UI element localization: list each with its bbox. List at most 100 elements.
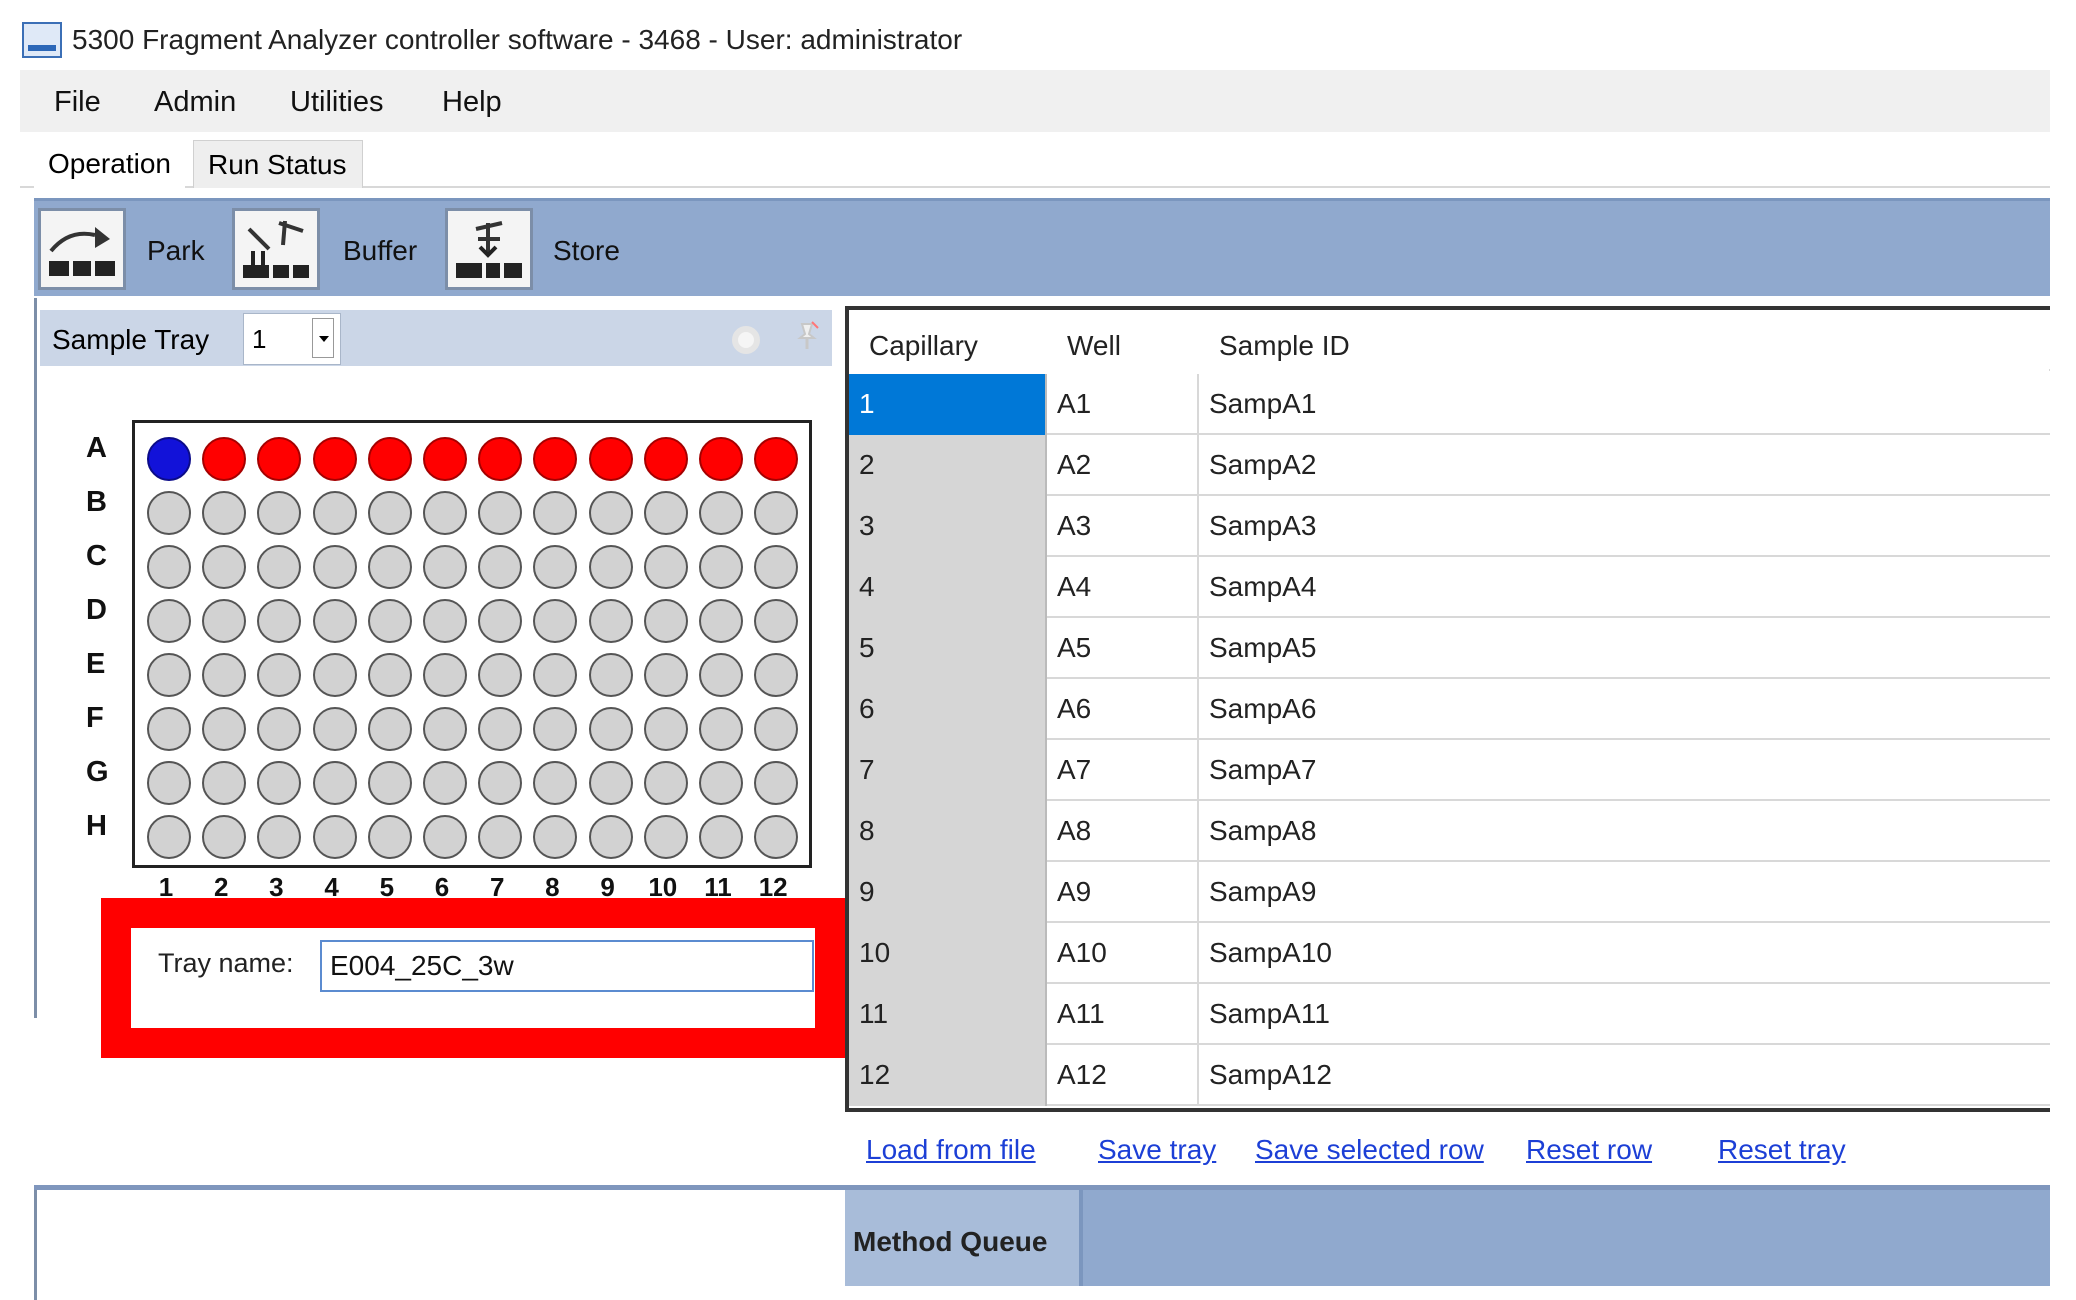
well-g2[interactable]	[202, 761, 247, 805]
grid-row[interactable]: 12 A12 SampA12	[849, 1045, 2050, 1106]
well-d2[interactable]	[202, 599, 247, 643]
grid-row[interactable]: 11 A11 SampA11	[849, 984, 2050, 1045]
well-g11[interactable]	[699, 761, 743, 805]
capillary-cell[interactable]: 11	[849, 984, 1047, 1045]
tab-operation[interactable]: Operation	[34, 140, 185, 188]
well-f2[interactable]	[202, 707, 247, 751]
reset-tray-link[interactable]: Reset tray	[1718, 1134, 1846, 1166]
well-g8[interactable]	[533, 761, 578, 805]
well-d5[interactable]	[367, 599, 412, 643]
well-f12[interactable]	[754, 707, 799, 751]
well-f5[interactable]	[367, 707, 412, 751]
well-c9[interactable]	[588, 545, 633, 589]
well-g10[interactable]	[643, 761, 688, 805]
well-d10[interactable]	[643, 599, 688, 643]
well-g1[interactable]	[147, 761, 191, 805]
well-d11[interactable]	[699, 599, 743, 643]
well-e10[interactable]	[643, 653, 688, 697]
well-d3[interactable]	[257, 599, 302, 643]
well-a6[interactable]	[423, 437, 467, 481]
well-h2[interactable]	[202, 815, 247, 859]
well-a2[interactable]	[202, 437, 247, 481]
well-e12[interactable]	[754, 653, 799, 697]
capillary-cell[interactable]: 7	[849, 740, 1047, 801]
well-e6[interactable]	[423, 653, 467, 697]
well-cell[interactable]: A7	[1047, 740, 1199, 801]
well-f6[interactable]	[423, 707, 467, 751]
well-g12[interactable]	[754, 761, 799, 805]
well-h12[interactable]	[754, 815, 799, 859]
well-e3[interactable]	[257, 653, 302, 697]
well-f9[interactable]	[588, 707, 633, 751]
well-cell[interactable]: A11	[1047, 984, 1199, 1045]
well-d9[interactable]	[588, 599, 633, 643]
sample-id-cell[interactable]: SampA11	[1199, 984, 2049, 1045]
well-a12[interactable]	[754, 437, 799, 481]
well-d6[interactable]	[423, 599, 467, 643]
sample-id-cell[interactable]: SampA10	[1199, 923, 2049, 984]
well-h8[interactable]	[533, 815, 578, 859]
gear-icon[interactable]	[732, 326, 760, 354]
grid-row[interactable]: 1 A1 SampA1	[849, 374, 2050, 435]
well-c3[interactable]	[257, 545, 302, 589]
buffer-button[interactable]	[232, 208, 320, 290]
menu-utilities[interactable]: Utilities	[290, 86, 383, 119]
well-f11[interactable]	[699, 707, 743, 751]
well-cell[interactable]: A5	[1047, 618, 1199, 679]
well-h11[interactable]	[699, 815, 743, 859]
sample-id-cell[interactable]: SampA8	[1199, 801, 2049, 862]
sample-id-cell[interactable]: SampA1	[1199, 374, 2049, 435]
well-g4[interactable]	[312, 761, 357, 805]
well-cell[interactable]: A4	[1047, 557, 1199, 618]
capillary-cell[interactable]: 6	[849, 679, 1047, 740]
grid-row[interactable]: 6 A6 SampA6	[849, 679, 2050, 740]
well-e5[interactable]	[367, 653, 412, 697]
menu-help[interactable]: Help	[442, 86, 502, 119]
grid-row[interactable]: 8 A8 SampA8	[849, 801, 2050, 862]
well-c8[interactable]	[533, 545, 578, 589]
well-a7[interactable]	[478, 437, 523, 481]
well-g6[interactable]	[423, 761, 467, 805]
pin-icon[interactable]	[788, 318, 822, 352]
well-c2[interactable]	[202, 545, 247, 589]
save-selected-row-link[interactable]: Save selected row	[1255, 1134, 1484, 1166]
well-cell[interactable]: A3	[1047, 496, 1199, 557]
chevron-down-icon[interactable]	[312, 318, 334, 358]
save-tray-link[interactable]: Save tray	[1098, 1134, 1216, 1166]
well-f3[interactable]	[257, 707, 302, 751]
capillary-cell[interactable]: 9	[849, 862, 1047, 923]
well-b9[interactable]	[588, 491, 633, 535]
grid-row[interactable]: 4 A4 SampA4	[849, 557, 2050, 618]
well-c4[interactable]	[312, 545, 357, 589]
well-c10[interactable]	[643, 545, 688, 589]
capillary-cell[interactable]: 1	[849, 374, 1047, 435]
capillary-cell[interactable]: 8	[849, 801, 1047, 862]
well-e9[interactable]	[588, 653, 633, 697]
well-cell[interactable]: A9	[1047, 862, 1199, 923]
well-d1[interactable]	[147, 599, 191, 643]
well-c12[interactable]	[754, 545, 799, 589]
well-f8[interactable]	[533, 707, 578, 751]
well-g7[interactable]	[478, 761, 523, 805]
capillary-cell[interactable]: 3	[849, 496, 1047, 557]
capillary-cell[interactable]: 4	[849, 557, 1047, 618]
well-d8[interactable]	[533, 599, 578, 643]
well-a10[interactable]	[643, 437, 688, 481]
park-button[interactable]	[38, 208, 126, 290]
well-c6[interactable]	[423, 545, 467, 589]
well-a8[interactable]	[533, 437, 578, 481]
well-f1[interactable]	[147, 707, 191, 751]
well-b7[interactable]	[478, 491, 523, 535]
well-e8[interactable]	[533, 653, 578, 697]
well-h3[interactable]	[257, 815, 302, 859]
well-e2[interactable]	[202, 653, 247, 697]
reset-row-link[interactable]: Reset row	[1526, 1134, 1652, 1166]
well-a1[interactable]	[147, 437, 191, 481]
grid-row[interactable]: 10 A10 SampA10	[849, 923, 2050, 984]
capillary-cell[interactable]: 10	[849, 923, 1047, 984]
well-c5[interactable]	[367, 545, 412, 589]
capillary-cell[interactable]: 5	[849, 618, 1047, 679]
grid-row[interactable]: 3 A3 SampA3	[849, 496, 2050, 557]
well-b2[interactable]	[202, 491, 247, 535]
well-c7[interactable]	[478, 545, 523, 589]
